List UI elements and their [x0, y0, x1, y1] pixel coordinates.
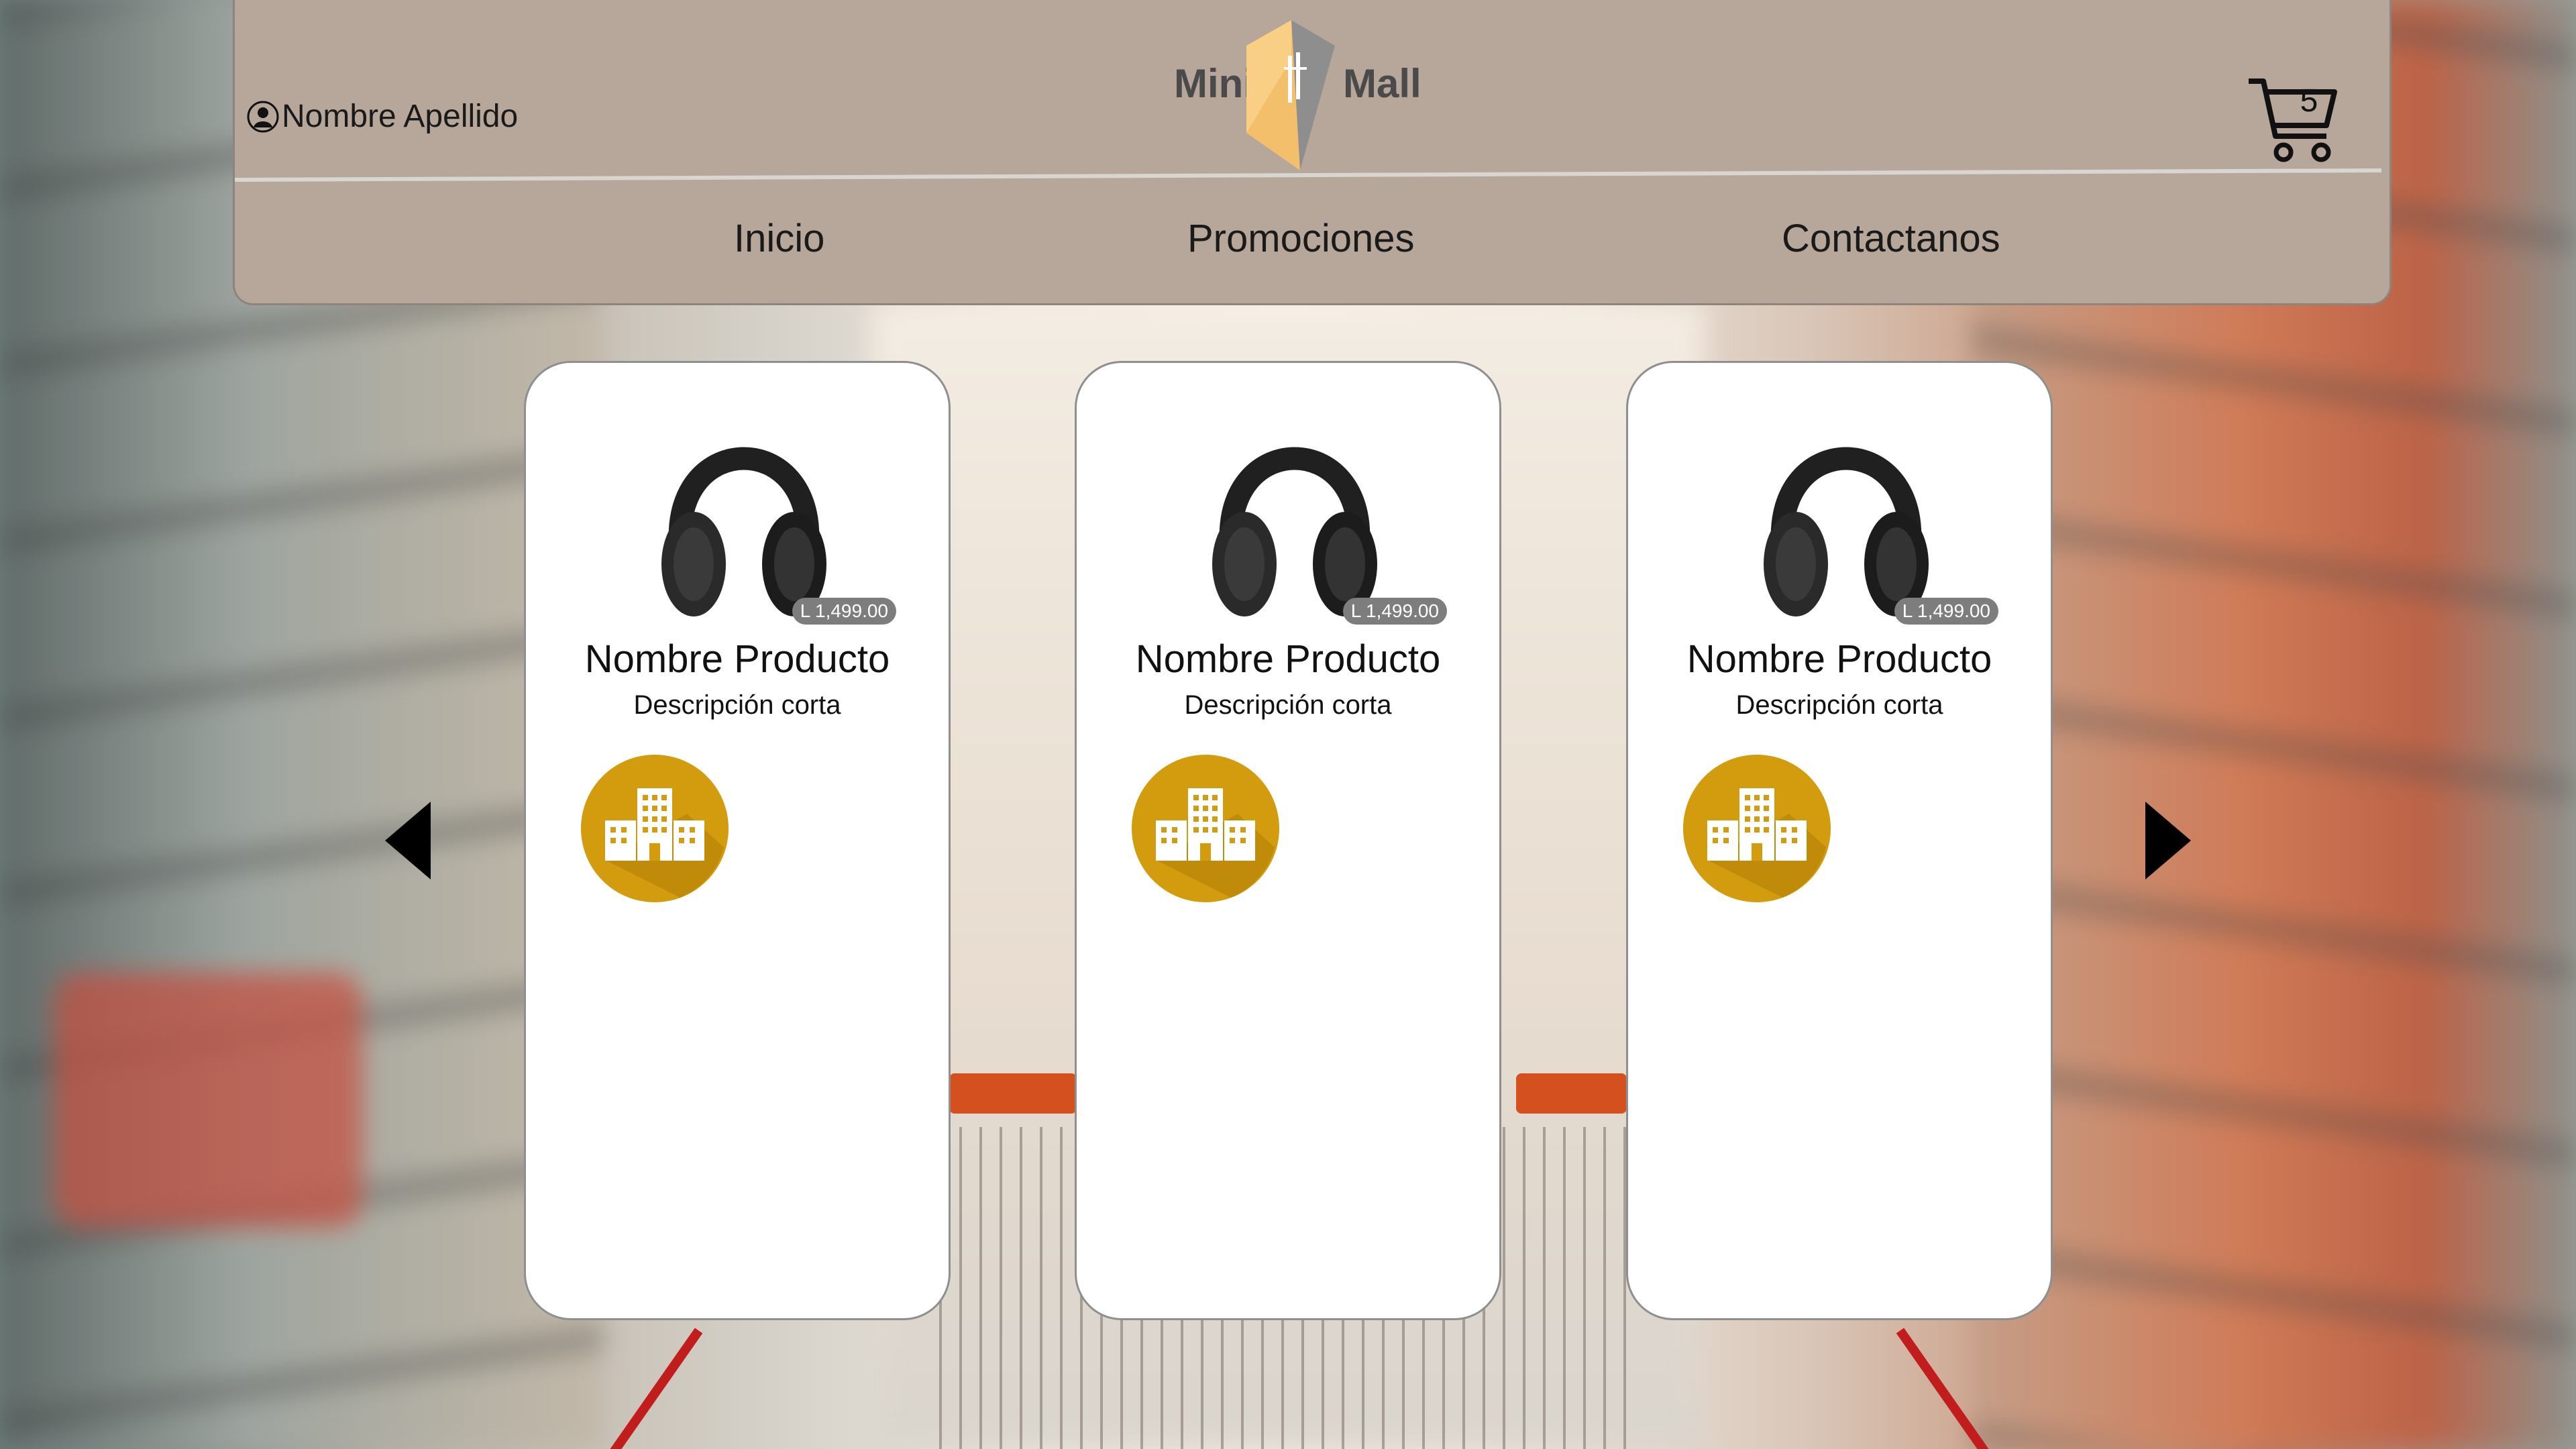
store-button[interactable]	[580, 753, 730, 904]
product-card[interactable]: L 1,499.00 Nombre Producto Descripción c…	[1075, 361, 1501, 1320]
cart-count-badge: 5	[2300, 83, 2318, 119]
buildings-icon	[1132, 755, 1279, 902]
product-description: Descripción corta	[633, 690, 841, 720]
chevron-left-icon	[385, 802, 431, 879]
logo[interactable]: Mini Mall	[1174, 19, 1429, 173]
logo-tower-icon	[1246, 20, 1335, 170]
store-button[interactable]	[1130, 753, 1281, 904]
carousel-prev-button[interactable]	[382, 800, 433, 881]
user-avatar-icon	[247, 101, 279, 133]
chevron-right-icon	[2145, 802, 2191, 879]
store-button[interactable]	[1682, 753, 1832, 904]
product-name: Nombre Producto	[1686, 637, 1992, 681]
buildings-icon	[581, 755, 729, 902]
product-name: Nombre Producto	[584, 637, 890, 681]
nav-inicio[interactable]: Inicio	[734, 216, 824, 261]
logo-text-mall: Mall	[1343, 61, 1421, 106]
page: Nombre Apellido Mini Mall Inicio Promoci…	[0, 0, 2576, 1449]
headphones-icon	[1212, 447, 1377, 616]
shopping-cart-icon	[2249, 78, 2337, 162]
product-description: Descripción corta	[1735, 690, 1943, 720]
product-card[interactable]: L 1,499.00 Nombre Producto Descripción c…	[524, 361, 951, 1320]
user-profile[interactable]: Nombre Apellido	[247, 98, 518, 135]
product-name: Nombre Producto	[1135, 637, 1441, 681]
product-card[interactable]: L 1,499.00 Nombre Producto Descripción c…	[1626, 361, 2053, 1320]
background-cart-handle-left	[949, 1073, 1077, 1114]
price-tag: L 1,499.00	[1342, 598, 1447, 625]
header: Nombre Apellido Mini Mall Inicio Promoci…	[233, 0, 2392, 305]
headphones-icon	[661, 447, 826, 616]
nav-contactanos[interactable]: Contactanos	[1782, 216, 2000, 261]
price-tag: L 1,499.00	[792, 598, 896, 625]
cart-button[interactable]: 5	[2246, 77, 2340, 164]
buildings-icon	[1683, 755, 1831, 902]
product-description: Descripción corta	[1184, 690, 1392, 720]
user-name: Nombre Apellido	[282, 99, 519, 134]
carousel-next-button[interactable]	[2143, 800, 2194, 881]
background-cart-handle-right	[1516, 1073, 1627, 1114]
headphones-icon	[1764, 447, 1929, 616]
price-tag: L 1,499.00	[1894, 598, 1998, 625]
nav-promociones[interactable]: Promociones	[1187, 216, 1414, 261]
